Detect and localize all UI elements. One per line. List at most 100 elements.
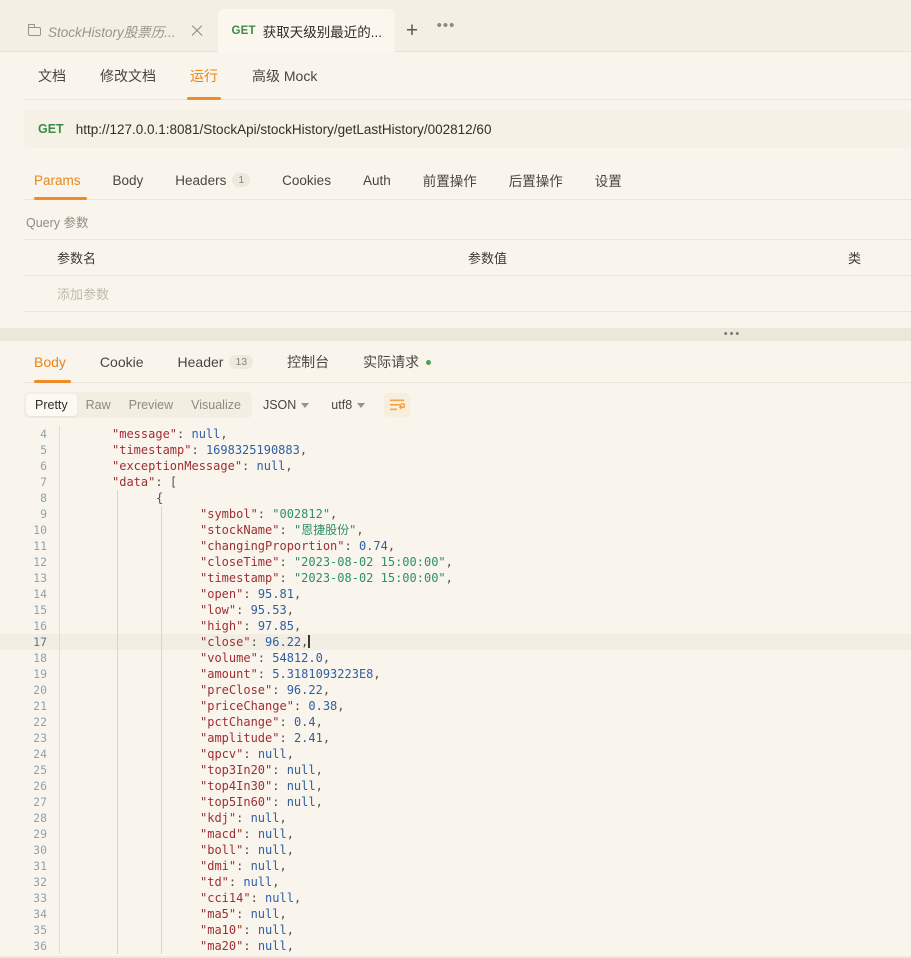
indent-guide (60, 922, 104, 938)
tab-advanced-mock[interactable]: 高级 Mock (235, 53, 334, 100)
code-line[interactable]: 11 "changingProportion": 0.74, (0, 538, 911, 554)
view-mode-raw[interactable]: Raw (77, 394, 120, 416)
indent-guide (60, 474, 104, 490)
indent-guide (104, 650, 148, 666)
code-line[interactable]: 8{ (0, 490, 911, 506)
code-line[interactable]: 24 "qpcv": null, (0, 746, 911, 762)
code-line[interactable]: 23 "amplitude": 2.41, (0, 730, 911, 746)
tab-settings[interactable]: 设置 (579, 161, 638, 200)
close-icon[interactable] (189, 23, 205, 39)
indent-guide (104, 618, 148, 634)
tab-console[interactable]: 控制台 (270, 342, 346, 383)
tab-post-operation[interactable]: 后置操作 (493, 161, 579, 200)
indent-guide (60, 778, 104, 794)
tab-response-body[interactable]: Body (26, 342, 83, 383)
http-method-label: GET (231, 24, 256, 37)
column-header-name: 参数名 (57, 251, 97, 266)
view-mode-pretty[interactable]: Pretty (26, 394, 77, 416)
url-input[interactable]: GET http://127.0.0.1:8081/StockApi/stock… (24, 110, 911, 148)
line-number: 4 (40, 427, 47, 441)
tab-get-last-history[interactable]: GET 获取天级别最近的... (217, 9, 396, 53)
tab-actual-request[interactable]: 实际请求 (346, 342, 448, 383)
tab-cookies[interactable]: Cookies (266, 161, 347, 200)
code-line[interactable]: 20 "preClose": 96.22, (0, 682, 911, 698)
line-number: 32 (33, 875, 47, 889)
indent-guide (104, 890, 148, 906)
tab-headers[interactable]: Headers 1 (159, 161, 266, 200)
indent-guide (104, 810, 148, 826)
code-line-text: "kdj": null, (200, 811, 287, 825)
code-line-text: "stockName": "恩捷股份", (200, 523, 364, 537)
tab-edit-doc[interactable]: 修改文档 (83, 53, 173, 100)
tab-pre-operation[interactable]: 前置操作 (407, 161, 493, 200)
code-line[interactable]: 35 "ma10": null, (0, 922, 911, 938)
indent-guide (104, 538, 148, 554)
code-line[interactable]: 21 "priceChange": 0.38, (0, 698, 911, 714)
code-line[interactable]: 34 "ma5": null, (0, 906, 911, 922)
code-line[interactable]: 27 "top5In60": null, (0, 794, 911, 810)
tab-label: Cookies (282, 172, 331, 188)
tab-label: Body (112, 172, 144, 188)
line-number: 17 (33, 635, 47, 649)
code-line[interactable]: 7 "data": [ (0, 474, 911, 490)
table-row-add-param[interactable]: 添加参数 (24, 276, 911, 312)
code-line-text: "td": null, (200, 875, 280, 889)
tab-response-header[interactable]: Header 13 (161, 342, 271, 383)
code-line[interactable]: 15 "low": 95.53, (0, 602, 911, 618)
view-mode-visualize[interactable]: Visualize (182, 394, 250, 416)
indent-guide (104, 634, 148, 650)
tab-body[interactable]: Body (97, 161, 160, 200)
code-line[interactable]: 33 "cci14": null, (0, 890, 911, 906)
wrap-text-icon[interactable] (384, 393, 411, 417)
code-line[interactable]: 22 "pctChange": 0.4, (0, 714, 911, 730)
tab-stockhistory[interactable]: StockHistory股票历... (14, 9, 218, 52)
indent-guide (104, 730, 148, 746)
indent-guide (148, 634, 192, 650)
new-tab-button[interactable]: + (395, 9, 429, 52)
tab-label: 控制台 (287, 354, 330, 370)
code-line[interactable]: 13 "timestamp": "2023-08-02 15:00:00", (0, 570, 911, 586)
code-line[interactable]: 32 "td": null, (0, 874, 911, 890)
indent-guide (60, 490, 104, 506)
code-line[interactable]: 12 "closeTime": "2023-08-02 15:00:00", (0, 554, 911, 570)
code-line[interactable]: 14 "open": 95.81, (0, 586, 911, 602)
wrap-text-glyph (389, 399, 405, 410)
tab-auth[interactable]: Auth (347, 161, 407, 200)
code-line[interactable]: 18 "volume": 54812.0, (0, 650, 911, 666)
format-dropdown[interactable]: JSON (252, 392, 320, 418)
code-line[interactable]: 4 "message": null, (0, 426, 911, 442)
line-number: 23 (33, 731, 47, 745)
panel-splitter[interactable]: ••• (0, 328, 911, 341)
indent-guide (60, 746, 104, 762)
tab-doc[interactable]: 文档 (26, 53, 83, 100)
code-line[interactable]: 25 "top3In20": null, (0, 762, 911, 778)
code-line[interactable]: 31 "dmi": null, (0, 858, 911, 874)
add-param-input[interactable]: 添加参数 (24, 284, 468, 303)
indent-guide (60, 906, 104, 922)
indent-guide (148, 858, 192, 874)
code-line[interactable]: 5 "timestamp": 1698325190883, (0, 442, 911, 458)
response-body-code[interactable]: 4 "message": null, 5 "timestamp": 169832519… (0, 426, 911, 954)
encoding-dropdown[interactable]: utf8 (320, 392, 376, 418)
indent-guide (60, 442, 104, 458)
code-line[interactable]: 30 "boll": null, (0, 842, 911, 858)
indent-guide (148, 810, 192, 826)
code-line[interactable]: 36 "ma20": null, (0, 938, 911, 954)
code-line[interactable]: 16 "high": 97.85, (0, 618, 911, 634)
tab-response-cookie[interactable]: Cookie (83, 342, 161, 383)
view-mode-preview[interactable]: Preview (120, 394, 182, 416)
indent-guide (60, 570, 104, 586)
splitter-grip-icon[interactable]: ••• (724, 329, 742, 340)
code-line[interactable]: 26 "top4In30": null, (0, 778, 911, 794)
code-line[interactable]: 9 "symbol": "002812", (0, 506, 911, 522)
code-line[interactable]: 29 "macd": null, (0, 826, 911, 842)
code-line[interactable]: 6 "exceptionMessage": null, (0, 458, 911, 474)
code-line[interactable]: 28 "kdj": null, (0, 810, 911, 826)
code-line-text: "closeTime": "2023-08-02 15:00:00", (200, 555, 453, 569)
code-line[interactable]: 10 "stockName": "恩捷股份", (0, 522, 911, 538)
tab-run[interactable]: 运行 (173, 53, 235, 100)
tab-overflow-menu-icon[interactable]: ••• (429, 9, 463, 52)
code-line[interactable]: 17 "close": 96.22, (0, 634, 911, 650)
tab-params[interactable]: Params (26, 161, 97, 200)
code-line[interactable]: 19 "amount": 5.3181093223E8, (0, 666, 911, 682)
